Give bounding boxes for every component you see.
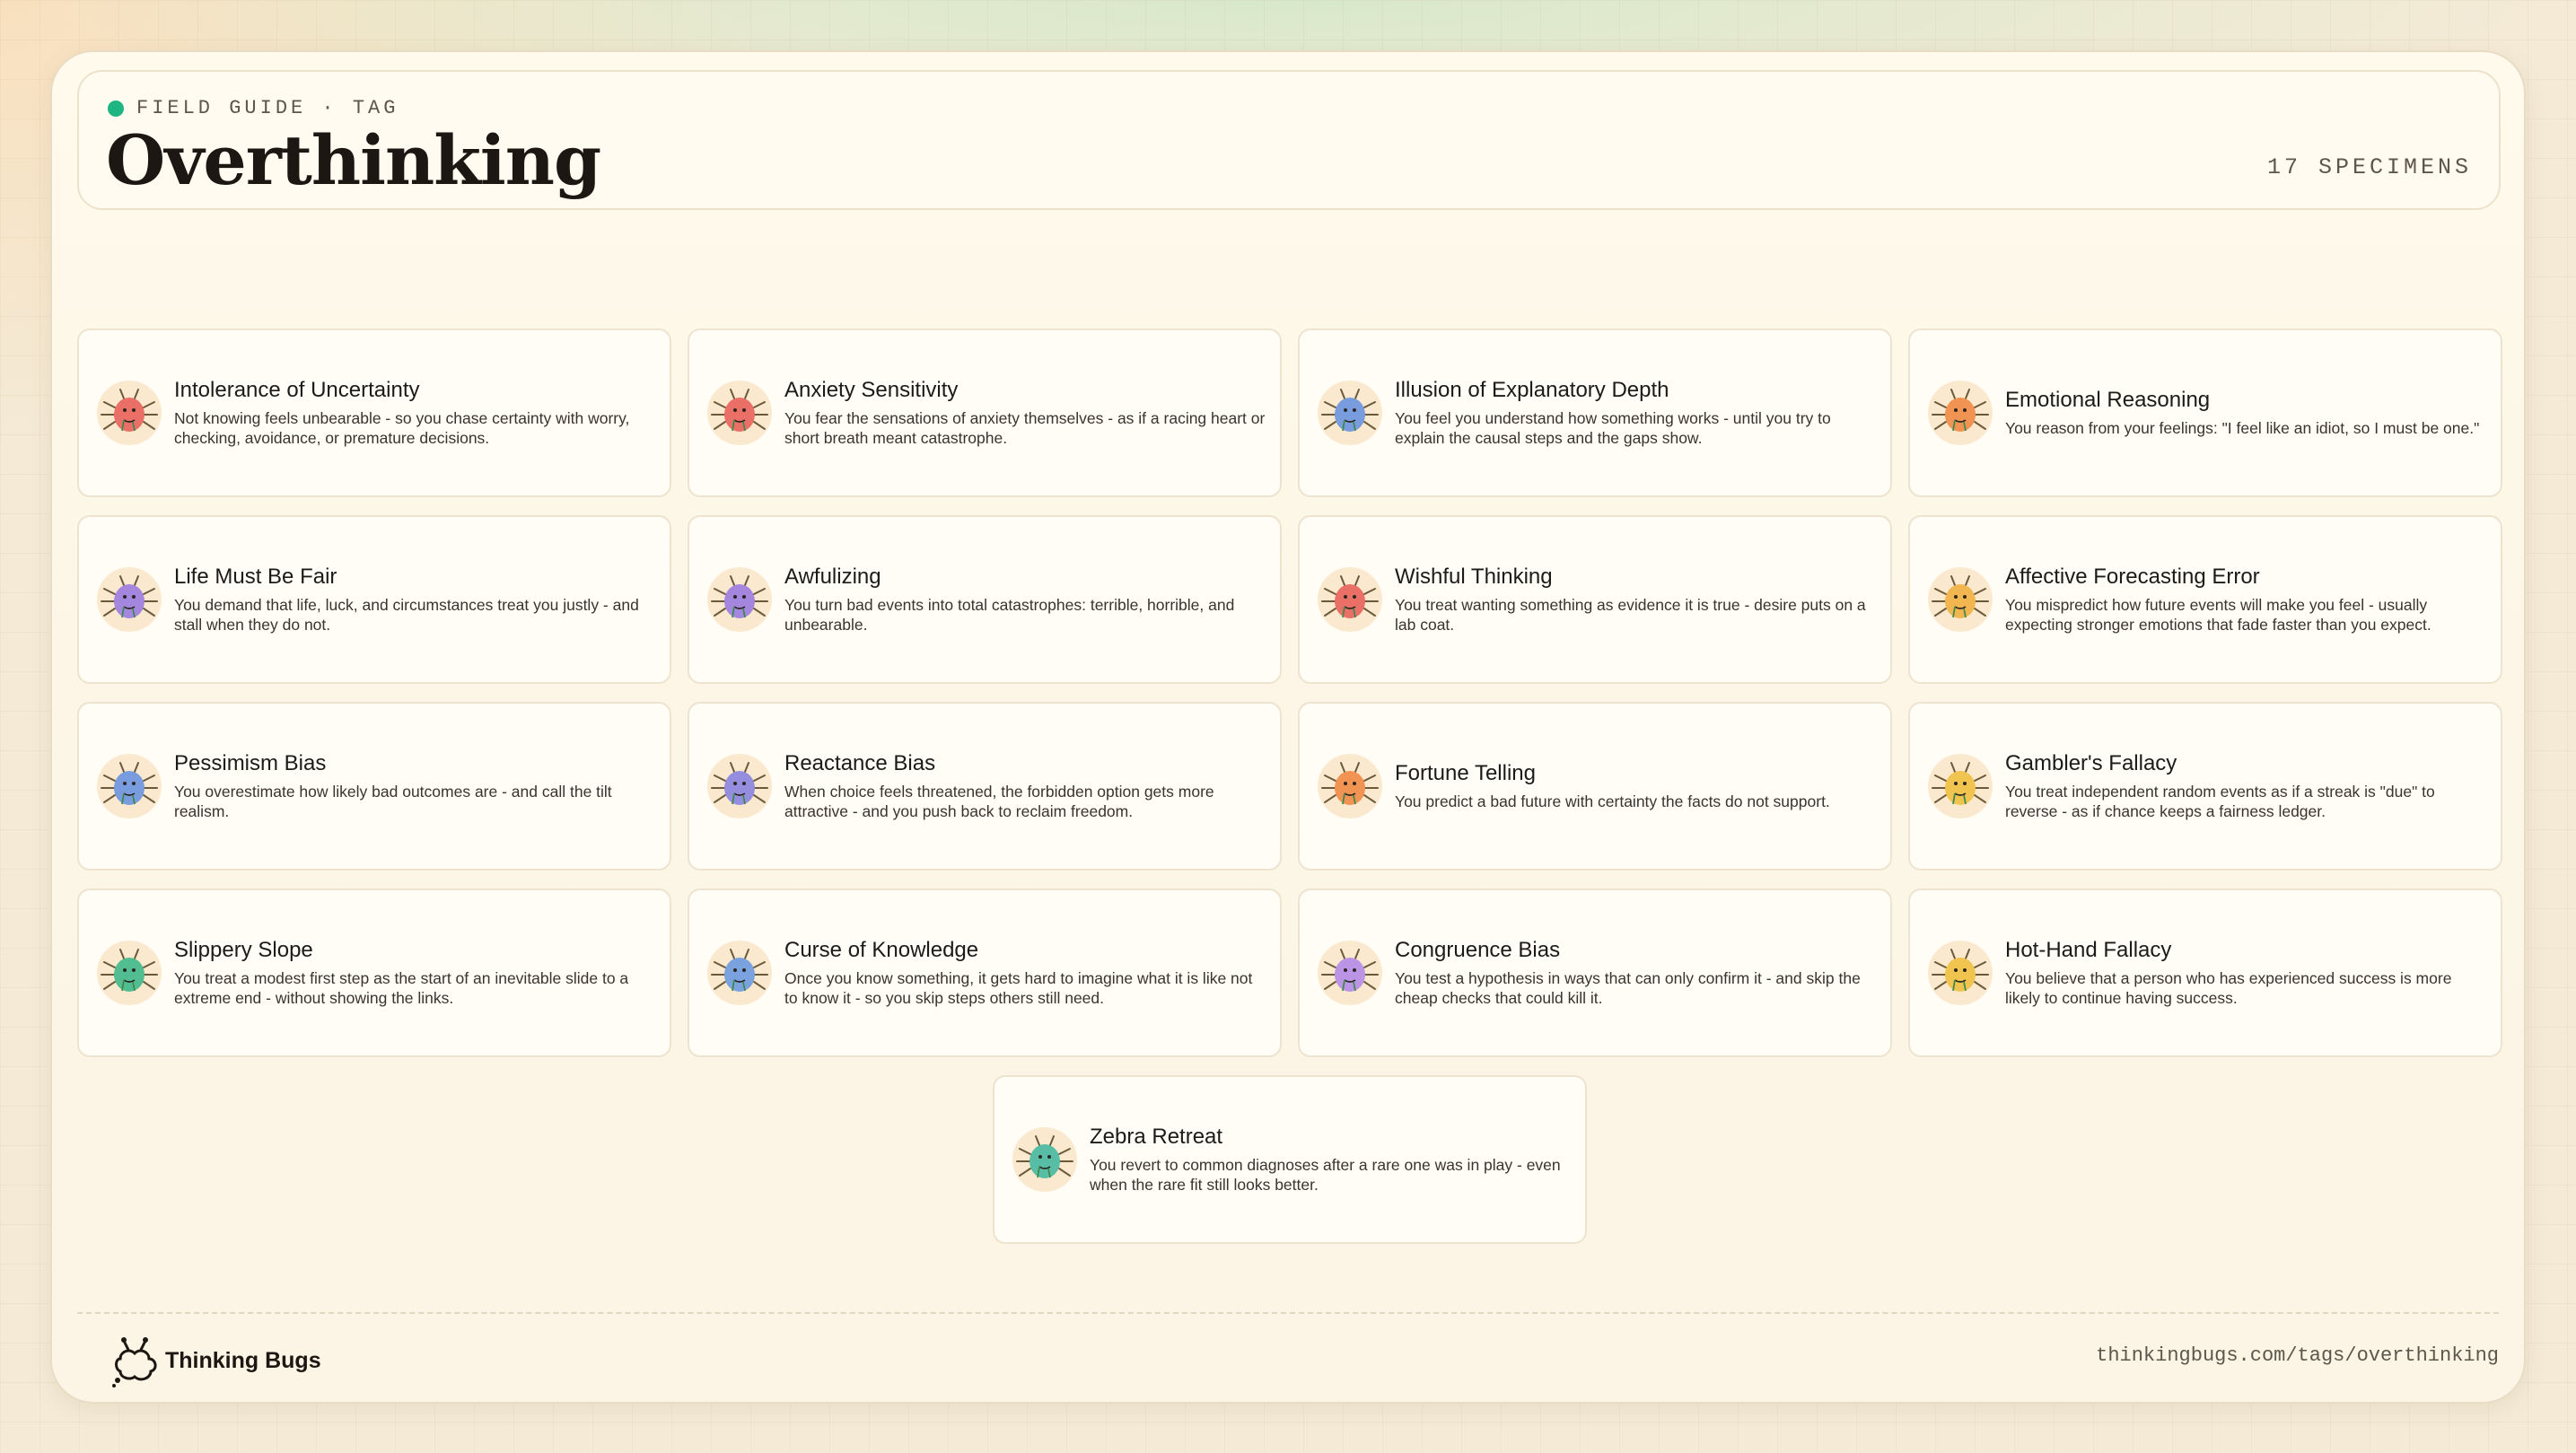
- specimen-description: You turn bad events into total catastrop…: [784, 596, 1235, 634]
- eyebrow-label: FIELD GUIDE · TAG: [136, 97, 399, 119]
- specimen-card[interactable]: Zebra Retreat You revert to common diagno…: [993, 1075, 1587, 1244]
- specimen-text: Reactance Bias When choice feels threaten…: [784, 751, 1266, 821]
- specimen-text: Intolerance of Uncertainty Not knowing fe…: [174, 378, 655, 448]
- specimen-card[interactable]: Pessimism Bias You overestimate how likel…: [77, 702, 671, 871]
- specimen-card[interactable]: Emotional Reasoning You reason from your …: [1908, 328, 2502, 497]
- eyebrow: FIELD GUIDE · TAG: [108, 97, 399, 119]
- specimen-card[interactable]: Fortune Telling You predict a bad future …: [1298, 702, 1892, 871]
- thinking-bugs-logo-icon: [112, 1337, 157, 1387]
- specimen-card[interactable]: Anxiety Sensitivity You fear the sensatio…: [688, 328, 1282, 497]
- specimen-card[interactable]: Reactance Bias When choice feels threaten…: [688, 702, 1282, 871]
- specimen-card[interactable]: Affective Forecasting Error You mispredic…: [1908, 515, 2502, 684]
- specimen-description: You treat a modest first step as the sta…: [174, 969, 629, 1007]
- specimen-description: You treat wanting something as evidence …: [1395, 596, 1866, 634]
- bug-icon: [97, 941, 162, 1005]
- bug-icon: [97, 381, 162, 445]
- brand-link[interactable]: Thinking Bugs: [110, 1334, 321, 1387]
- specimen-description: You revert to common diagnoses after a r…: [1090, 1156, 1561, 1194]
- specimen-description: When choice feels threatened, the forbid…: [784, 783, 1214, 820]
- bug-icon: [707, 567, 772, 632]
- bug-icon: [97, 754, 162, 818]
- bug-icon: [1928, 381, 1993, 445]
- specimen-name: Awfulizing: [784, 565, 881, 589]
- bug-icon: [1928, 941, 1993, 1005]
- specimen-name: Curse of Knowledge: [784, 938, 979, 962]
- specimen-description: You feel you understand how something wo…: [1395, 409, 1831, 447]
- specimen-text: Affective Forecasting Error You mispredic…: [2005, 565, 2486, 635]
- specimen-name: Illusion of Explanatory Depth: [1395, 378, 1669, 402]
- specimen-text: Pessimism Bias You overestimate how likel…: [174, 751, 655, 821]
- specimen-description: You mispredict how future events will ma…: [2005, 596, 2431, 634]
- specimen-text: Emotional Reasoning You reason from your …: [2005, 388, 2486, 438]
- specimen-name: Reactance Bias: [784, 751, 936, 775]
- specimen-name: Zebra Retreat: [1090, 1125, 1223, 1149]
- bug-icon: [707, 941, 772, 1005]
- specimen-description: Not knowing feels unbearable - so you ch…: [174, 409, 630, 447]
- specimen-text: Fortune Telling You predict a bad future …: [1395, 761, 1876, 811]
- status-dot-icon: [108, 100, 124, 117]
- specimen-name: Affective Forecasting Error: [2005, 565, 2260, 589]
- specimen-card[interactable]: Congruence Bias You test a hypothesis in …: [1298, 888, 1892, 1057]
- specimen-name: Pessimism Bias: [174, 751, 327, 775]
- specimen-card[interactable]: Life Must Be Fair You demand that life, l…: [77, 515, 671, 684]
- field-guide-frame: FIELD GUIDE · TAG Overthinking 17 SPECIM…: [50, 50, 2526, 1404]
- specimen-name: Life Must Be Fair: [174, 565, 337, 589]
- specimen-name: Emotional Reasoning: [2005, 388, 2211, 412]
- specimen-name: Slippery Slope: [174, 938, 313, 962]
- specimen-text: Curse of Knowledge Once you know somethin…: [784, 938, 1266, 1008]
- bug-icon: [1318, 941, 1382, 1005]
- specimen-text: Awfulizing You turn bad events into total…: [784, 565, 1266, 635]
- specimen-text: Illusion of Explanatory Depth You feel yo…: [1395, 378, 1876, 448]
- page-url[interactable]: thinkingbugs.com/tags/overthinking: [2096, 1344, 2499, 1367]
- specimen-card[interactable]: Gambler's Fallacy You treat independent r…: [1908, 702, 2502, 871]
- page-title: Overthinking: [106, 120, 601, 200]
- specimen-card[interactable]: Slippery Slope You treat a modest first s…: [77, 888, 671, 1057]
- specimen-name: Congruence Bias: [1395, 938, 1561, 962]
- specimen-name: Fortune Telling: [1395, 761, 1536, 785]
- specimen-description: You predict a bad future with certainty …: [1395, 792, 1830, 810]
- bug-icon: [1012, 1127, 1077, 1192]
- bug-icon: [1318, 567, 1382, 632]
- specimen-name: Gambler's Fallacy: [2005, 751, 2177, 775]
- bug-icon: [707, 381, 772, 445]
- specimen-description: You overestimate how likely bad outcomes…: [174, 783, 612, 820]
- specimen-text: Anxiety Sensitivity You fear the sensatio…: [784, 378, 1266, 448]
- specimen-card[interactable]: Awfulizing You turn bad events into total…: [688, 515, 1282, 684]
- footer-divider: [77, 1312, 2499, 1314]
- page-header: FIELD GUIDE · TAG Overthinking 17 SPECIM…: [77, 70, 2501, 210]
- specimen-description: You demand that life, luck, and circumst…: [174, 596, 639, 634]
- specimen-text: Congruence Bias You test a hypothesis in …: [1395, 938, 1876, 1008]
- bug-icon: [1928, 567, 1993, 632]
- specimen-name: Hot-Hand Fallacy: [2005, 938, 2172, 962]
- specimen-text: Gambler's Fallacy You treat independent r…: [2005, 751, 2486, 821]
- specimen-text: Life Must Be Fair You demand that life, l…: [174, 565, 655, 635]
- specimen-text: Slippery Slope You treat a modest first s…: [174, 938, 655, 1008]
- bug-icon: [1928, 754, 1993, 818]
- specimen-description: You treat independent random events as i…: [2005, 783, 2435, 820]
- specimen-description: You reason from your feelings: "I feel l…: [2005, 419, 2480, 437]
- specimen-grid: Intolerance of Uncertainty Not knowing fe…: [77, 328, 2502, 1244]
- brand-name: Thinking Bugs: [165, 1347, 321, 1373]
- specimen-card[interactable]: Hot-Hand Fallacy You believe that a perso…: [1908, 888, 2502, 1057]
- specimen-card[interactable]: Intolerance of Uncertainty Not knowing fe…: [77, 328, 671, 497]
- specimen-text: Zebra Retreat You revert to common diagno…: [1090, 1125, 1571, 1195]
- specimen-description: You believe that a person who has experi…: [2005, 969, 2452, 1007]
- specimen-card[interactable]: Illusion of Explanatory Depth You feel yo…: [1298, 328, 1892, 497]
- specimen-text: Hot-Hand Fallacy You believe that a perso…: [2005, 938, 2486, 1008]
- specimen-name: Intolerance of Uncertainty: [174, 378, 420, 402]
- bug-icon: [97, 567, 162, 632]
- specimen-count: 17 SPECIMENS: [2266, 154, 2472, 180]
- specimen-card[interactable]: Wishful Thinking You treat wanting someth…: [1298, 515, 1892, 684]
- specimen-name: Wishful Thinking: [1395, 565, 1553, 589]
- bug-icon: [1318, 754, 1382, 818]
- specimen-text: Wishful Thinking You treat wanting someth…: [1395, 565, 1876, 635]
- specimen-description: You test a hypothesis in ways that can o…: [1395, 969, 1861, 1007]
- specimen-name: Anxiety Sensitivity: [784, 378, 959, 402]
- bug-icon: [707, 754, 772, 818]
- specimen-description: You fear the sensations of anxiety thems…: [784, 409, 1266, 447]
- bug-icon: [1318, 381, 1382, 445]
- specimen-card[interactable]: Curse of Knowledge Once you know somethin…: [688, 888, 1282, 1057]
- specimen-description: Once you know something, it gets hard to…: [784, 969, 1253, 1007]
